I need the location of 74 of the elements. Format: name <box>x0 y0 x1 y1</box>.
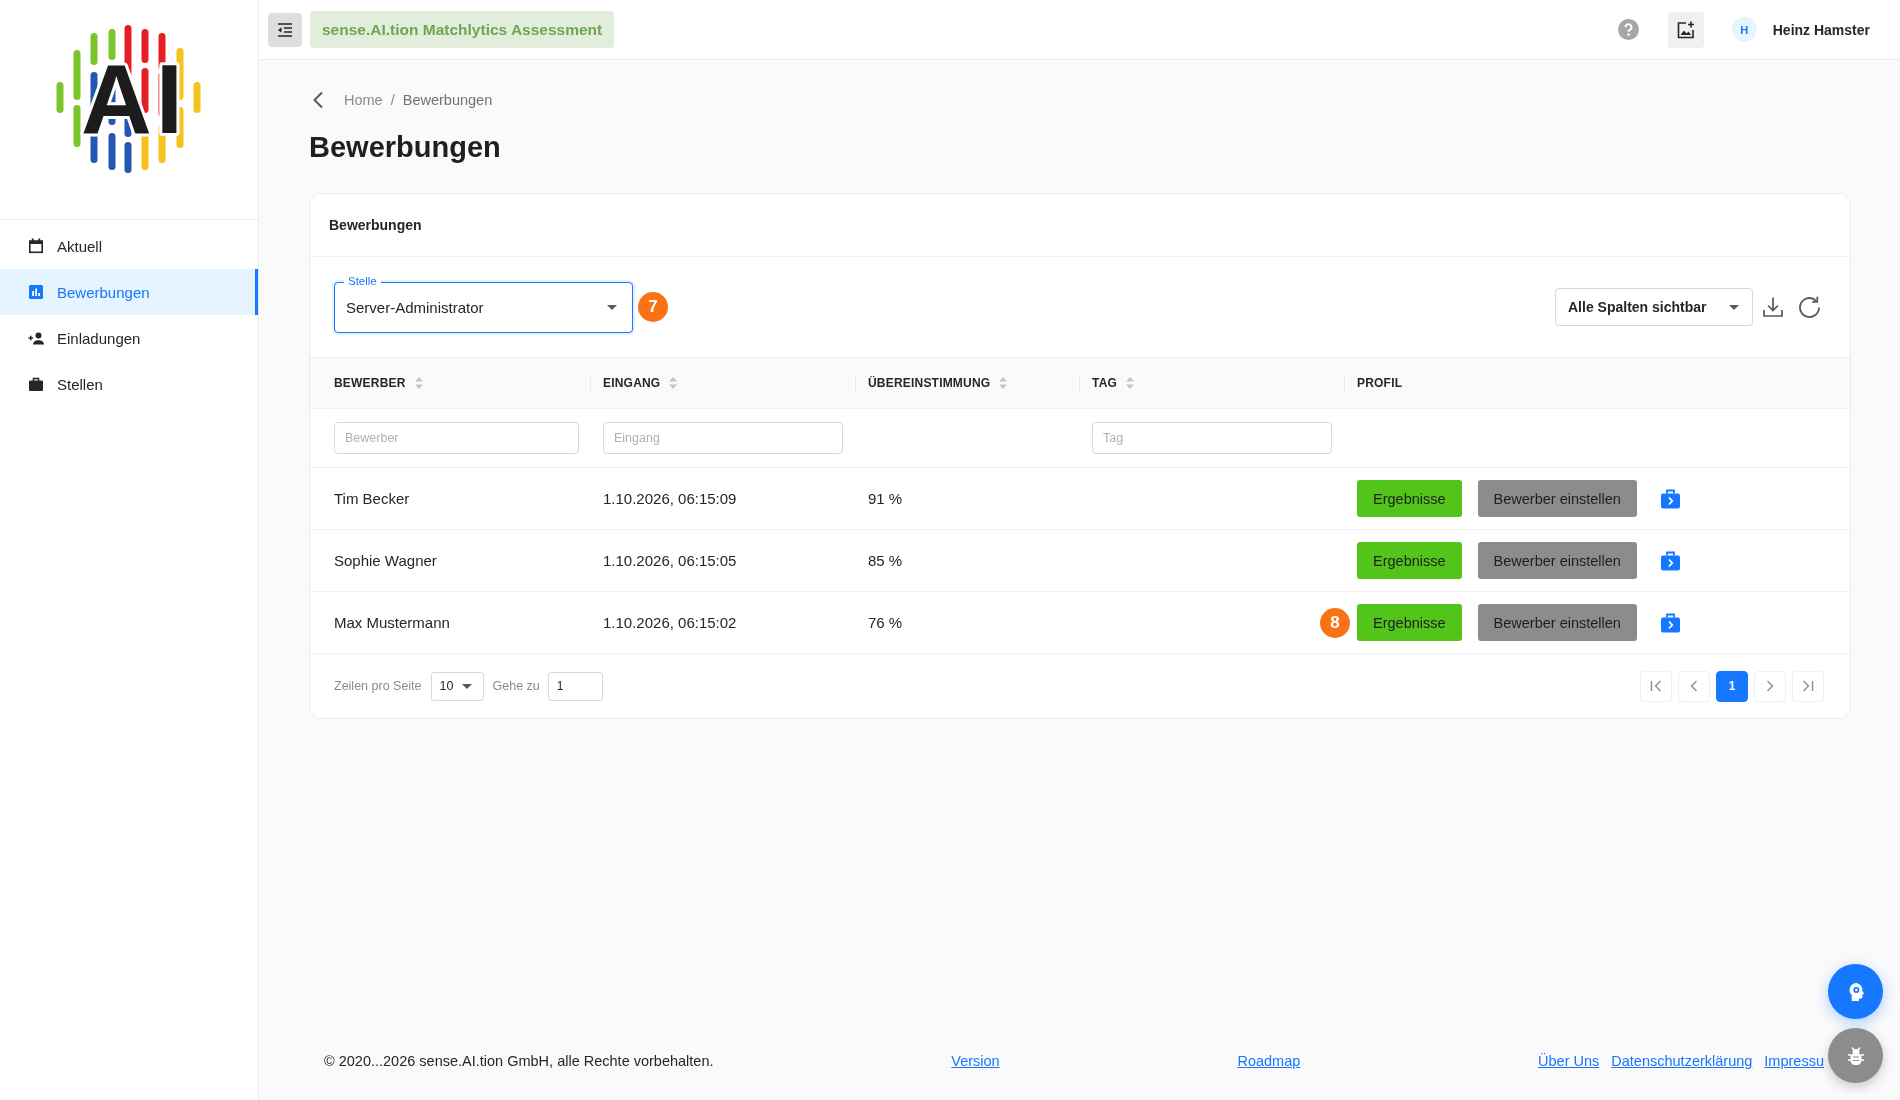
filter-input[interactable]: Eingang <box>603 422 843 454</box>
go-to-label: Gehe zu <box>492 679 540 693</box>
hire-button[interactable]: Bewerber einstellen <box>1477 542 1637 579</box>
table-cell: 91 % <box>868 490 903 507</box>
step-marker: 7 <box>638 292 668 322</box>
caret-icon <box>607 304 617 310</box>
column-header[interactable]: BEWERBER <box>310 358 590 408</box>
table-cell: 1.10.2026, 06:15:02 <box>603 614 737 631</box>
bar-chart-icon <box>28 284 44 300</box>
last-page-icon <box>1802 680 1814 692</box>
card-title: Bewerbungen <box>329 217 422 233</box>
rows-per-page-select[interactable]: 10 <box>430 671 484 701</box>
results-button[interactable]: Ergebnisse <box>1357 480 1462 517</box>
menu-collapse-icon <box>277 22 293 37</box>
app-title: sense.AI.tion Matchlytics Assessment <box>310 11 615 48</box>
breadcrumb-current: Bewerbungen <box>402 92 493 108</box>
table-cell: 1.10.2026, 06:15:05 <box>603 552 737 569</box>
caret-icon <box>1729 304 1739 310</box>
hire-button[interactable]: Bewerber einstellen <box>1477 480 1637 517</box>
results-button[interactable]: Ergebnisse <box>1357 542 1462 579</box>
rows-per-page-label: Zeilen pro Seite <box>334 679 422 693</box>
results-button[interactable]: Ergebnisse <box>1357 604 1462 641</box>
filter-input[interactable]: Bewerber <box>334 422 579 454</box>
copyright-text: © 2020...2026 sense.AI.tion GmbH, alle Rechte vorbehalten. <box>324 1053 714 1069</box>
menu-toggle-button[interactable] <box>268 12 302 47</box>
footer-link[interactable]: Über Uns <box>1538 1053 1600 1069</box>
step-marker: 8 <box>1320 607 1350 638</box>
page-title: Bewerbungen <box>309 130 502 165</box>
filter-input[interactable]: Tag <box>1092 422 1332 454</box>
sidebar-item[interactable]: Bewerbungen <box>0 269 258 315</box>
table-cell: 76 % <box>868 614 903 631</box>
go-to-page-input[interactable]: 1 <box>547 671 603 701</box>
table-cell: 1.10.2026, 06:15:09 <box>603 490 737 507</box>
briefcase-arrow-icon[interactable] <box>1659 550 1681 571</box>
add-person-icon <box>28 330 44 346</box>
sidebar-item[interactable]: Aktuell <box>0 223 258 269</box>
user-avatar: H <box>1731 17 1757 42</box>
column-header: PROFIL <box>1344 358 1850 408</box>
sidebar-item[interactable]: Einladungen <box>0 315 258 361</box>
table-cell: Max Mustermann <box>334 614 450 631</box>
table-cell: 85 % <box>868 552 903 569</box>
first-page-button[interactable] <box>1640 670 1672 702</box>
briefcase-arrow-icon[interactable] <box>1659 612 1681 633</box>
field-label: Stelle <box>344 274 381 288</box>
add-image-button[interactable] <box>1667 11 1704 48</box>
chevron-right-icon <box>1766 680 1774 692</box>
table-cell: Tim Becker <box>334 490 410 507</box>
bug-icon <box>1846 1045 1865 1066</box>
footer-link[interactable]: Datenschutzerklärung <box>1611 1053 1753 1069</box>
sidebar-item[interactable]: Stellen <box>0 361 258 407</box>
image-add-icon <box>1676 20 1695 39</box>
download-icon[interactable] <box>1763 297 1783 317</box>
calendar-icon <box>28 238 44 254</box>
briefcase-arrow-icon[interactable] <box>1659 488 1681 509</box>
footer-link[interactable]: Impressu <box>1764 1053 1824 1069</box>
breadcrumb-separator: / <box>390 92 395 108</box>
caret-icon <box>462 683 473 689</box>
column-header[interactable]: TAG <box>1079 358 1344 408</box>
user-name: Heinz Hamster <box>1772 21 1870 38</box>
page-button[interactable]: 1 <box>1716 670 1748 702</box>
columns-select[interactable]: Alle Spalten sichtbar <box>1555 288 1753 326</box>
table-cell: Sophie Wagner <box>334 552 437 569</box>
hire-button[interactable]: Bewerber einstellen <box>1477 604 1637 641</box>
footer-link[interactable]: Version <box>951 1053 1000 1069</box>
refresh-icon[interactable] <box>1798 295 1821 319</box>
back-icon[interactable] <box>312 91 324 109</box>
briefcase-icon <box>28 376 44 392</box>
footer-link[interactable]: Roadmap <box>1237 1053 1301 1069</box>
chevron-left-icon <box>1690 680 1698 692</box>
help-icon[interactable] <box>1617 19 1639 40</box>
column-header[interactable]: EINGANG <box>590 358 855 408</box>
last-page-button[interactable] <box>1792 670 1824 702</box>
column-header[interactable]: ÜBEREINSTIMMUNG <box>855 358 1079 408</box>
first-page-icon <box>1650 680 1662 692</box>
